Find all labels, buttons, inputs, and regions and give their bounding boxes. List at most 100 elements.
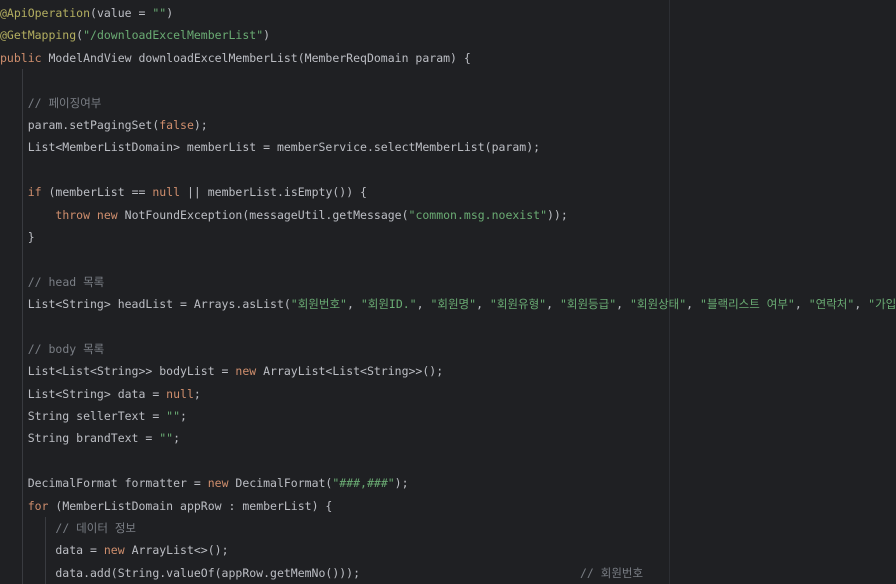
code-token: @GetMapping <box>0 28 77 43</box>
code-token: null <box>152 185 187 200</box>
code-token: ) <box>166 6 174 20</box>
code-token: ); <box>193 117 208 132</box>
code-token: DecimalFormat( <box>235 476 333 491</box>
code-token: // 페이징여부 <box>27 95 102 110</box>
code-token: List<MemberListDomain> memberList = memb… <box>0 140 541 155</box>
code-line[interactable]: for (MemberListDomain appRow : memberLis… <box>0 494 896 517</box>
code-token: "###,###" <box>332 476 395 491</box>
indent-guide <box>22 315 23 338</box>
code-token: @ApiOperation <box>0 6 91 20</box>
code-line[interactable] <box>0 69 896 92</box>
code-token: String brandText = <box>0 431 160 446</box>
code-line[interactable]: data.add(String.valueOf(appRow.getMemNo(… <box>0 561 896 584</box>
code-token: param.setPagingSet( <box>0 117 160 132</box>
code-token: ArrayList<List<String>>(); <box>263 364 444 379</box>
code-token: (memberList == <box>48 185 153 200</box>
code-line[interactable]: // 페이징여부 <box>0 91 896 114</box>
code-token: // head 목록 <box>27 274 105 289</box>
indent-guide <box>22 136 23 159</box>
indent-guide <box>22 293 23 316</box>
code-token: || memberList.isEmpty()) { <box>186 185 367 200</box>
code-token: "가입일자" <box>868 297 896 312</box>
code-line[interactable]: throw new NotFoundException(messageUtil.… <box>0 203 896 226</box>
code-line[interactable]: data = new ArrayList<>(); <box>0 539 896 562</box>
code-token: public <box>0 50 49 65</box>
code-token: , <box>616 297 630 312</box>
code-token: "회원유형" <box>489 297 547 312</box>
indent-guide <box>22 561 23 584</box>
code-line[interactable]: DecimalFormat formatter = new DecimalFor… <box>0 472 896 495</box>
indent-guide <box>22 225 23 249</box>
code-token: String sellerText = <box>0 409 167 424</box>
code-token: (value = <box>90 6 153 20</box>
code-token: } <box>0 229 35 244</box>
code-token: "" <box>152 6 167 20</box>
code-token: ); <box>394 476 409 491</box>
code-line[interactable]: List<String> headList = Arrays.asList("회… <box>0 293 896 316</box>
code-line[interactable]: String sellerText = ""; <box>0 405 896 428</box>
code-token: NotFoundException(messageUtil.getMessage… <box>124 207 409 222</box>
indent-guide <box>22 516 23 540</box>
code-editor[interactable]: @ApiOperation(value = "") @GetMapping("/d… <box>0 0 896 584</box>
code-token: for <box>27 498 56 513</box>
indent-guide <box>22 337 23 361</box>
code-line[interactable]: } <box>0 225 896 249</box>
code-token: ; <box>180 409 187 424</box>
code-token: "회원ID." <box>360 297 417 312</box>
code-token: List<String> data = <box>0 386 167 401</box>
code-token: "/downloadExcelMemberList" <box>83 28 264 43</box>
code-token: ModelAndView downloadExcelMemberList(Mem… <box>48 50 471 65</box>
code-line[interactable]: // head 목록 <box>0 270 896 294</box>
code-token: if <box>27 185 49 200</box>
code-line[interactable] <box>0 315 896 338</box>
code-line[interactable]: // 데이터 정보 <box>0 516 896 540</box>
code-token: List<String> headList = Arrays.asList( <box>0 297 291 312</box>
code-token: "블랙리스트 여부" <box>700 297 795 312</box>
code-token: new <box>235 364 264 379</box>
code-token: ; <box>173 431 181 446</box>
indent-guide <box>22 270 23 294</box>
code-line[interactable]: List<String> data = null; <box>0 382 896 406</box>
code-token: "" <box>159 431 174 446</box>
code-line[interactable]: if (memberList == null || memberList.isE… <box>0 181 896 204</box>
code-line[interactable]: @GetMapping("/downloadExcelMemberList") <box>0 24 896 46</box>
code-token: , <box>794 297 809 312</box>
indent-guide <box>22 360 23 383</box>
code-line[interactable] <box>0 449 896 473</box>
code-line[interactable]: param.setPagingSet(false); <box>0 113 896 137</box>
code-token: // body 목록 <box>27 341 105 356</box>
indent-guide <box>22 248 23 271</box>
indent-guide <box>45 539 46 562</box>
code-line[interactable]: List<MemberListDomain> memberList = memb… <box>0 136 896 159</box>
indent-guide <box>22 158 23 182</box>
code-token: "회원번호" <box>290 297 347 312</box>
code-token: false <box>159 117 194 132</box>
indent-guide <box>22 382 23 406</box>
code-line[interactable]: List<List<String>> bodyList = new ArrayL… <box>0 360 896 383</box>
indent-guide <box>22 539 23 562</box>
code-token: throw new <box>55 207 125 222</box>
code-line[interactable]: @ApiOperation(value = "") <box>0 2 896 24</box>
code-token: "회원명" <box>430 297 477 312</box>
code-line[interactable]: public ModelAndView downloadExcelMemberL… <box>0 47 896 69</box>
code-line[interactable] <box>0 248 896 271</box>
code-token: , <box>476 297 490 312</box>
code-token: data = <box>0 543 104 558</box>
code-token: "" <box>166 409 181 424</box>
code-line[interactable]: // body 목록 <box>0 337 896 361</box>
code-lines: @ApiOperation(value = "") @GetMapping("/d… <box>0 2 896 584</box>
code-token: , <box>854 297 869 312</box>
code-token: null <box>166 386 194 401</box>
code-token: "연락처" <box>808 297 855 312</box>
code-token: new <box>207 476 236 491</box>
code-line[interactable] <box>0 158 896 182</box>
code-token: // 데이터 정보 <box>55 520 136 535</box>
code-token: "회원상태" <box>629 297 687 312</box>
code-line[interactable]: String brandText = ""; <box>0 427 896 450</box>
